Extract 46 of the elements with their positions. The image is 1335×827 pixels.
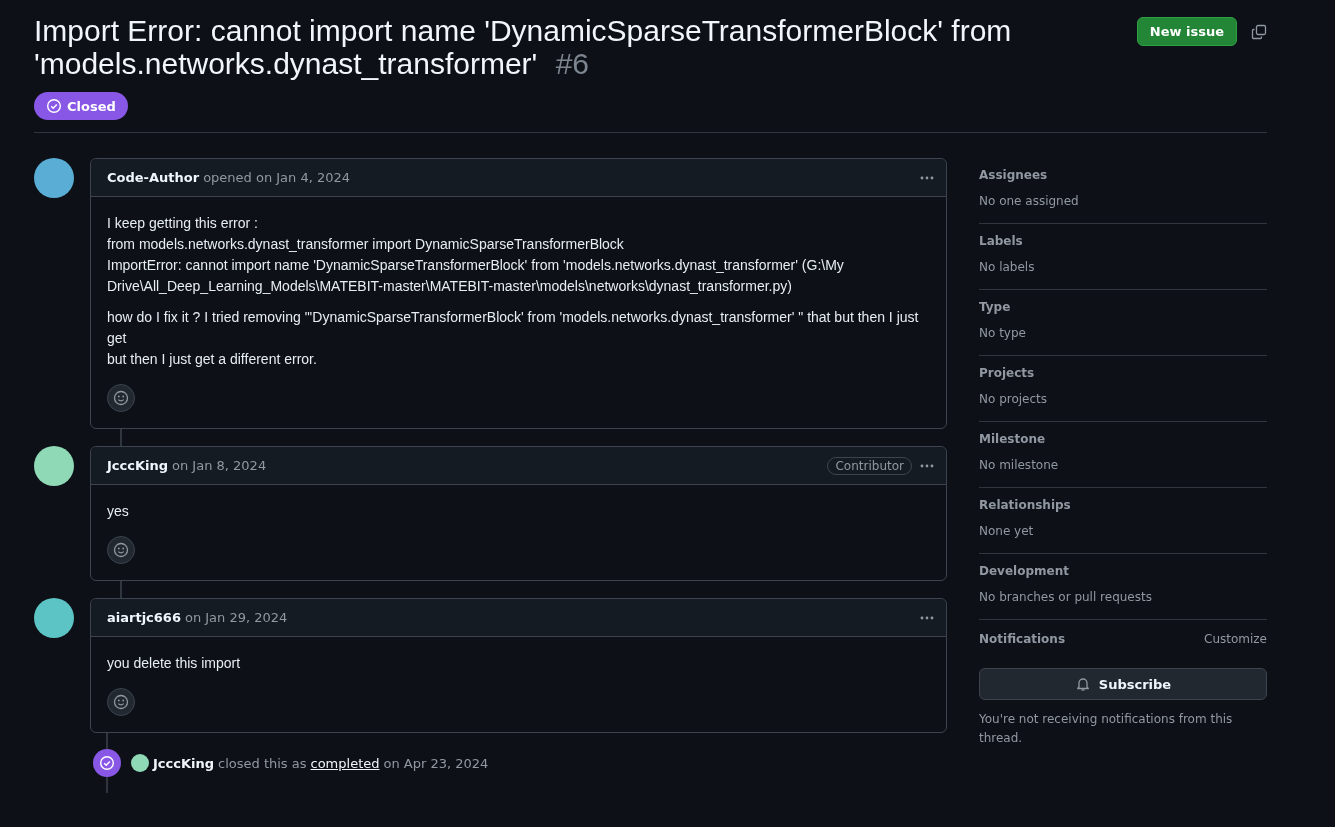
smiley-icon (113, 694, 129, 710)
copy-icon[interactable] (1251, 23, 1267, 40)
comment-text: you delete this import (107, 654, 242, 673)
comment-text: how do I fix it ? I tried removing "'DynamicSparseTransformerBlock' from 'models.networks.dynast_transformer' " that but then I just get but then I just get a different error. (107, 308, 920, 369)
notification-note: You're not receiving notifications from this thread. (979, 711, 1234, 747)
sidebar-value: No labels (979, 260, 1036, 274)
author-link[interactable]: Code-Author (107, 170, 200, 185)
comment-text: I keep getting this error : from models.networks.dynast_transformer import DynamicSparseTransformerBlock ImportError: cannot import name 'DynamicSparseTransformerBlock' from 'models.networks.dynast_transformer' (G:\My Drive\All_Deep_Learning_Models\MATEBIT-master\MATEBIT-master\models\networks\dynast_transformer.py) (107, 214, 845, 296)
sidebar-heading[interactable]: Labels (979, 234, 1267, 248)
author-link[interactable]: aiartjc666 (107, 610, 181, 625)
sidebar-heading[interactable]: Projects (979, 366, 1267, 380)
sidebar-heading: Notifications (979, 632, 1066, 646)
comment-text: yes (107, 502, 130, 521)
sidebar-value: No one assigned (979, 194, 1080, 208)
comment-date: on Jan 29, 2024 (184, 610, 288, 625)
add-reaction-button[interactable] (107, 536, 135, 564)
add-reaction-button[interactable] (107, 384, 135, 412)
add-reaction-button[interactable] (107, 688, 135, 716)
completed-link[interactable]: completed (310, 755, 380, 771)
sidebar-value: No projects (979, 392, 1049, 406)
smiley-icon (113, 390, 129, 406)
comment-date: opened on Jan 4, 2024 (203, 170, 351, 185)
comment-date: on Jan 8, 2024 (172, 458, 267, 473)
event-text: closed this as (218, 755, 307, 771)
sidebar-heading[interactable]: Type (979, 300, 1267, 314)
sidebar-heading[interactable]: Relationships (979, 498, 1267, 512)
subscribe-button[interactable]: Subscribe (979, 668, 1267, 700)
author-link[interactable]: JcccKing (107, 458, 169, 473)
issue-status-badge: Closed (34, 92, 128, 120)
sidebar-value: None yet (979, 524, 1035, 538)
smiley-icon (113, 542, 129, 558)
sidebar-value: No branches or pull requests (979, 590, 1153, 604)
customize-link[interactable]: Customize (1204, 632, 1267, 658)
check-circle-icon (46, 98, 62, 114)
sidebar-heading[interactable]: Development (979, 564, 1267, 578)
sidebar-value: No milestone (979, 458, 1060, 472)
issue-number: #6 (555, 47, 590, 80)
event-date: on Apr 23, 2024 (383, 755, 489, 771)
bell-icon (1074, 676, 1091, 692)
new-issue-button[interactable]: New issue (1136, 17, 1237, 46)
sidebar-heading[interactable]: Assignees (979, 168, 1267, 182)
sidebar-value: No type (979, 326, 1027, 340)
sidebar-heading[interactable]: Milestone (979, 432, 1267, 446)
author-link[interactable]: JcccKing (153, 755, 215, 771)
issue-title: Import Error: cannot import name 'DynamicSparseTransformerBlock' from 'models.networks.dynast_transformer' #6 (34, 14, 1013, 80)
closed-status-icon (93, 749, 121, 777)
